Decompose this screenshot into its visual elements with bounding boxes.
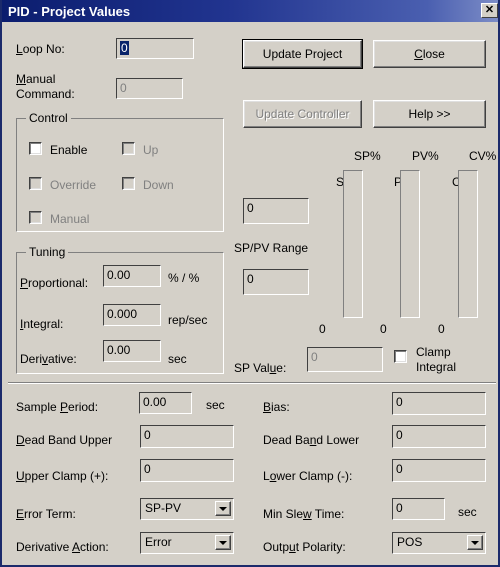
chevron-down-icon[interactable] xyxy=(215,535,231,550)
pid-project-values-dialog: PID - Project Values ✕ Loop No: 0 Manual… xyxy=(0,0,500,567)
loop-no-label: Loop No: xyxy=(16,42,65,56)
manual-command-label-line2: Command: xyxy=(16,87,75,101)
enable-label: Enable xyxy=(50,143,88,157)
bias-input[interactable]: 0 xyxy=(392,392,486,415)
manual-command-input[interactable]: 0 xyxy=(116,78,183,99)
chevron-down-icon[interactable] xyxy=(467,535,483,550)
min-slew-time-label: Min Slew Time: xyxy=(263,507,345,521)
close-icon[interactable]: ✕ xyxy=(481,3,498,18)
error-term-value: SP-PV xyxy=(145,501,182,515)
sample-period-label: Sample Period: xyxy=(16,400,99,414)
derivative-action-value: Error xyxy=(145,535,172,549)
error-term-label: Error Term: xyxy=(16,507,76,521)
sp-bar-graph xyxy=(343,170,363,318)
down-checkbox xyxy=(122,177,135,190)
sp-field-input[interactable]: 0 xyxy=(243,198,309,224)
title-bar[interactable]: PID - Project Values ✕ xyxy=(2,0,498,22)
lower-clamp-label: Lower Clamp (-): xyxy=(263,469,353,483)
sample-period-input[interactable]: 0.00 xyxy=(139,392,192,414)
clamp-integral-checkbox[interactable] xyxy=(394,350,407,363)
sp-pv-range-input[interactable]: 0 xyxy=(243,269,309,295)
min-slew-time-units: sec xyxy=(458,505,477,519)
up-label: Up xyxy=(143,143,159,157)
integral-label: Integral: xyxy=(20,317,64,331)
proportional-units: % / % xyxy=(168,271,200,285)
clamp-integral-label-line2: Integral xyxy=(416,360,457,374)
proportional-input[interactable]: 0.00 xyxy=(103,265,161,287)
manual-label: Manual xyxy=(50,212,90,226)
control-group-label: Control xyxy=(26,111,71,125)
update-project-button[interactable]: Update Project xyxy=(242,39,363,69)
derivative-action-label: Derivative Action: xyxy=(16,540,109,554)
dead-band-upper-label: Dead Band Upper xyxy=(16,433,113,447)
cv-bar-value: 0 xyxy=(438,322,445,336)
dead-band-lower-input[interactable]: 0 xyxy=(392,425,486,448)
integral-input[interactable]: 0.000 xyxy=(103,304,161,326)
lower-clamp-input[interactable]: 0 xyxy=(392,459,486,482)
error-term-dropdown[interactable]: SP-PV xyxy=(140,498,234,520)
bias-label: Bias: xyxy=(263,400,290,414)
manual-checkbox xyxy=(29,211,42,224)
derivative-action-dropdown[interactable]: Error xyxy=(140,532,234,554)
dead-band-lower-label: Dead Band Lower xyxy=(263,433,360,447)
derivative-label: Derivative: xyxy=(20,352,77,366)
down-label: Down xyxy=(143,178,174,192)
loop-no-input[interactable]: 0 xyxy=(116,38,194,59)
sp-percent-label: SP% xyxy=(354,149,381,163)
sp-bar-value: 0 xyxy=(319,322,326,336)
cv-bar-graph xyxy=(458,170,478,318)
min-slew-time-input[interactable]: 0 xyxy=(392,498,445,520)
upper-clamp-input[interactable]: 0 xyxy=(140,459,234,482)
upper-clamp-label: Upper Clamp (+): xyxy=(16,469,109,483)
clamp-integral-label-line1: Clamp xyxy=(416,345,451,359)
tuning-group-label: Tuning xyxy=(26,245,69,259)
manual-command-label-line1: Manual xyxy=(16,72,56,86)
output-polarity-dropdown[interactable]: POS xyxy=(392,532,486,554)
update-controller-button: Update Controller xyxy=(243,100,362,128)
derivative-units: sec xyxy=(168,352,187,366)
section-divider xyxy=(8,382,496,384)
integral-units: rep/sec xyxy=(168,313,208,327)
pv-bar-value: 0 xyxy=(380,322,387,336)
override-checkbox xyxy=(29,177,42,190)
window-title: PID - Project Values xyxy=(8,3,131,19)
control-groupbox xyxy=(16,118,224,232)
enable-checkbox[interactable] xyxy=(29,142,42,155)
chevron-down-icon[interactable] xyxy=(215,501,231,516)
derivative-input[interactable]: 0.00 xyxy=(103,340,161,362)
proportional-label: Proportional: xyxy=(20,276,89,290)
override-label: Override xyxy=(50,178,97,192)
sample-period-units: sec xyxy=(206,398,225,412)
output-polarity-label: Output Polarity: xyxy=(263,540,346,554)
sp-value-label: SP Value: xyxy=(234,361,287,375)
pv-percent-label: PV% xyxy=(412,149,439,163)
sp-value-input[interactable]: 0 xyxy=(307,347,383,372)
sp-pv-range-label: SP/PV Range xyxy=(234,241,309,255)
close-button[interactable]: Close xyxy=(373,40,486,68)
output-polarity-value: POS xyxy=(397,535,423,549)
pv-bar-graph xyxy=(400,170,420,318)
cv-percent-label: CV% xyxy=(469,149,497,163)
help-button[interactable]: Help >> xyxy=(373,100,486,128)
up-checkbox xyxy=(122,142,135,155)
dead-band-upper-input[interactable]: 0 xyxy=(140,425,234,448)
